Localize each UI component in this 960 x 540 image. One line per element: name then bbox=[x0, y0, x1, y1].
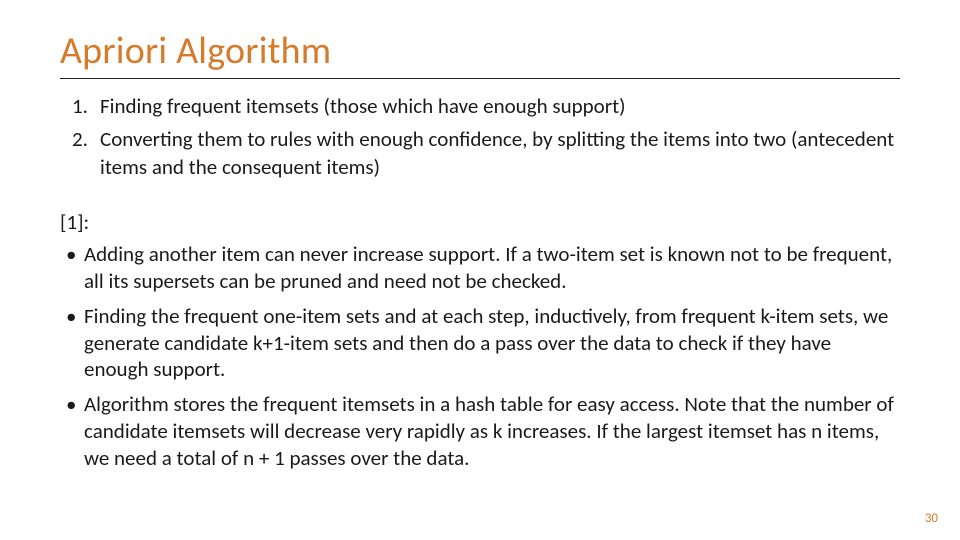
numbered-item: Finding frequent itemsets (those which h… bbox=[66, 93, 900, 120]
page-number: 30 bbox=[925, 511, 938, 526]
slide-content: Apriori Algorithm Finding frequent items… bbox=[0, 0, 960, 500]
bullet-item: Algorithm stores the frequent itemsets i… bbox=[66, 391, 900, 472]
reference-label: [1]: bbox=[60, 209, 900, 235]
bullet-list: Adding another item can never increase s… bbox=[66, 241, 900, 472]
slide-title: Apriori Algorithm bbox=[60, 28, 900, 79]
numbered-list: Finding frequent itemsets (those which h… bbox=[66, 93, 900, 181]
numbered-item: Converting them to rules with enough con… bbox=[66, 126, 900, 181]
bullet-item: Adding another item can never increase s… bbox=[66, 241, 900, 295]
bullet-item: Finding the frequent one-item sets and a… bbox=[66, 303, 900, 384]
